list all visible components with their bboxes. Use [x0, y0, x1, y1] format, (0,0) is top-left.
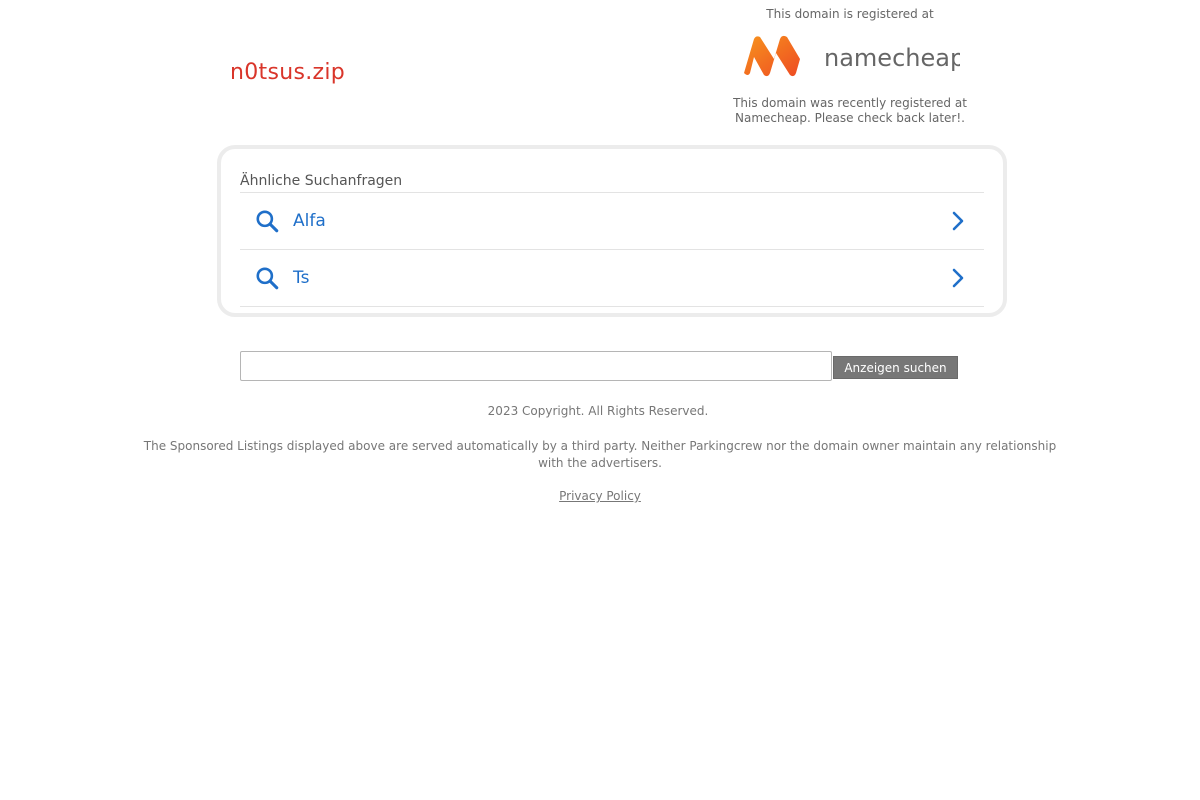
search-icon [253, 264, 281, 292]
registrar-bottom-text: This domain was recently registered at N… [733, 96, 967, 125]
related-search-item-ts[interactable]: Ts [240, 250, 984, 307]
copyright-text: 2023 Copyright. All Rights Reserved. [487, 404, 709, 418]
ad-search-input[interactable] [240, 351, 832, 381]
registrar-top-text: This domain is registered at [766, 7, 934, 21]
related-search-label: Ts [293, 268, 310, 288]
related-search-item-alfa[interactable]: Alfa [240, 193, 984, 250]
related-searches-heading: Ähnliche Suchanfragen [240, 170, 984, 193]
ad-search-button[interactable]: Anzeigen suchen [833, 356, 958, 379]
chevron-right-icon [946, 266, 970, 290]
disclaimer-text: The Sponsored Listings displayed above a… [143, 439, 1057, 470]
privacy-policy-wrapper: Privacy Policy [0, 489, 1200, 503]
search-icon [253, 207, 281, 235]
related-searches-box: Ähnliche Suchanfragen Alfa Ts [217, 145, 1007, 317]
ad-search-form: Anzeigen suchen [240, 351, 960, 383]
registrar-panel: This domain is registered at namecheap T… [720, 6, 980, 126]
privacy-policy-link[interactable]: Privacy Policy [559, 489, 641, 503]
chevron-right-icon [946, 209, 970, 233]
domain-title: n0tsus.zip [230, 60, 346, 85]
related-search-label: Alfa [293, 211, 326, 231]
parking-page: n0tsus.zip This domain is registered at … [0, 0, 1200, 800]
namecheap-logo-icon: namecheap [744, 35, 960, 77]
namecheap-logo[interactable]: namecheap [720, 24, 980, 88]
namecheap-logo-text: namecheap [824, 44, 960, 72]
